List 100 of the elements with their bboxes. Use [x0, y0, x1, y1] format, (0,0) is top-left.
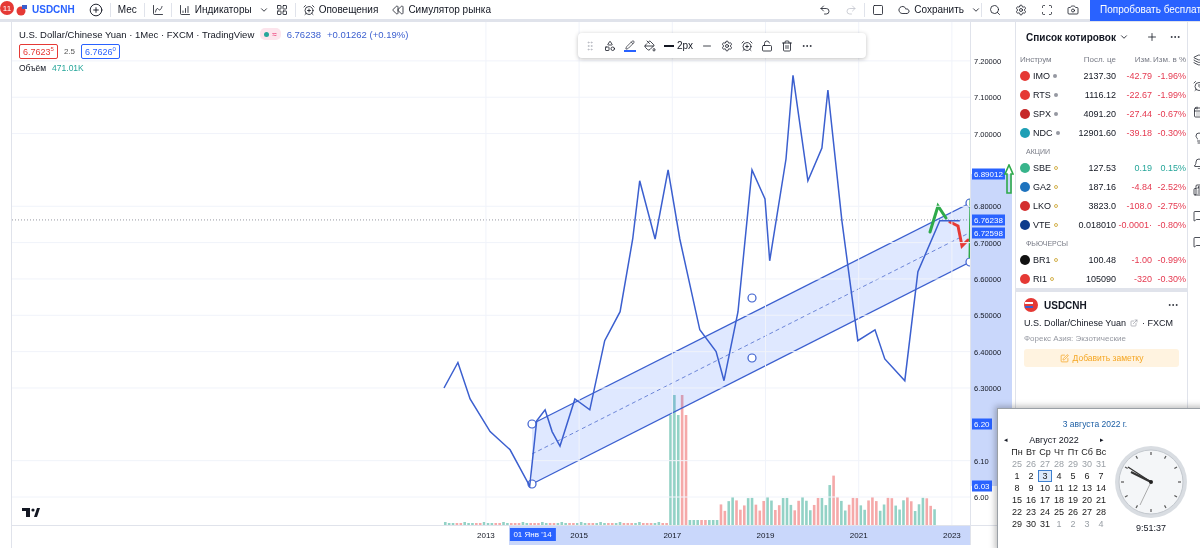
last-price-cell-text: 3823.0 [1087, 200, 1116, 211]
symbol-cell: RTS [1033, 89, 1051, 100]
search-icon[interactable] [989, 3, 1001, 16]
calendar-day[interactable]: 5 [1066, 470, 1080, 482]
calendar-day[interactable]: 31 [1038, 518, 1052, 530]
camera-icon[interactable] [1067, 3, 1079, 16]
calendar-day[interactable]: 8 [1010, 482, 1024, 494]
trash-icon[interactable] [781, 39, 794, 52]
calendar-day[interactable]: 17 [1038, 494, 1052, 506]
interval-button[interactable]: Мес [110, 0, 144, 19]
calendar-day[interactable]: 2 [1024, 470, 1038, 482]
settings-icon[interactable] [1015, 3, 1027, 16]
weekday-label: Вс [1094, 446, 1108, 458]
watchlist-row[interactable]: IMO 2137.30 -42.79 -1.96% [1016, 66, 1187, 85]
brush-strokes-drawing [928, 198, 970, 259]
date-link[interactable]: 3 августа 2022 г. [998, 409, 1200, 433]
calendar-day[interactable]: 7 [1094, 470, 1108, 482]
bar-chart-icon [178, 3, 191, 16]
sell-price[interactable]: 6.7623$^{5}$ [19, 44, 58, 59]
calendar-day[interactable]: 18 [1052, 494, 1066, 506]
change-cell-text: -1.00 [1130, 254, 1152, 265]
calendar-day[interactable]: 12 [1066, 482, 1080, 494]
layout-grid-icon[interactable] [275, 3, 288, 16]
calendar-day[interactable]: 28 [1094, 506, 1108, 518]
drag-handle-icon[interactable] [584, 39, 596, 52]
last-price-cell-text: 187.16 [1087, 181, 1116, 192]
calendar-day[interactable]: 14 [1094, 482, 1108, 494]
calendar-day[interactable]: 24 [1038, 506, 1052, 518]
settings-icon[interactable] [721, 39, 734, 52]
calendar-day[interactable]: 21 [1094, 494, 1108, 506]
watchlist-row[interactable]: SBE 127.53 0.19 0.15% [1016, 158, 1187, 177]
change-percent-cell-text: -0.80% [1156, 219, 1186, 230]
last-price-cell-text: 105090 [1084, 273, 1116, 284]
alerts-button[interactable]: Оповещения [295, 0, 386, 19]
time-tick: 2013 [477, 531, 495, 540]
square-icon[interactable] [872, 3, 885, 16]
calendar-day[interactable]: 9 [1024, 482, 1038, 494]
indicators-button[interactable]: Индикаторы [171, 0, 259, 19]
watchlist-row[interactable]: VTE 0.018010 -0.0001· -0.80% [1016, 215, 1187, 234]
symbol-cell: LKO [1033, 200, 1051, 211]
symbol-cell: RI1 [1033, 273, 1047, 284]
calendar-day[interactable]: 30 [1024, 518, 1038, 530]
calendar-day[interactable]: 22 [1010, 506, 1024, 518]
watchlist-row[interactable]: NDC 12901.60 -39.18 -0.30% [1016, 123, 1187, 142]
line-width-button[interactable]: 2px [664, 40, 694, 51]
calendar-day[interactable]: 25 [1052, 506, 1066, 518]
symbol-name[interactable]: USDCNH [32, 4, 75, 15]
watchlist-row[interactable]: BR1 100.48 -1.00 -0.99% [1016, 250, 1187, 269]
last-price: 6.76238 [286, 28, 321, 40]
pencil-icon[interactable] [624, 39, 636, 52]
change-percent-cell-text: -2.75% [1156, 200, 1186, 211]
status-pill: ≈ [260, 28, 281, 40]
watchlist-row[interactable]: LKO 3823.0 -108.0 -2.75% [1016, 196, 1187, 215]
calendar-day[interactable]: 15 [1010, 494, 1024, 506]
calendar-day[interactable]: 3 [1038, 470, 1052, 482]
calendar-day[interactable]: 6 [1080, 470, 1094, 482]
calendar-day[interactable]: 16 [1024, 494, 1038, 506]
buy-price[interactable]: 6.7626$^{0}$ [81, 44, 120, 59]
trial-button[interactable]: Попробовать бесплат [1090, 0, 1200, 21]
calendar-day[interactable]: 26 [1066, 506, 1080, 518]
chevron-down-icon[interactable] [1119, 32, 1129, 42]
watchlist-row[interactable]: GA2 187.16 -4.84 -2.52% [1016, 177, 1187, 196]
watchlist-row[interactable]: SPX 4091.20 -27.44 -0.67% [1016, 104, 1187, 123]
notification-badge: 11 [0, 1, 14, 15]
lock-icon[interactable] [761, 39, 774, 52]
column-header[interactable]: Посл. це [1078, 54, 1116, 64]
fullscreen-icon[interactable] [1041, 3, 1053, 16]
calendar-day[interactable]: 11 [1052, 482, 1066, 494]
column-header[interactable]: Инструм [1020, 54, 1078, 64]
alarm-add-icon[interactable] [741, 39, 754, 52]
calendar-day[interactable]: 10 [1038, 482, 1052, 494]
column-header[interactable]: Изм. в % [1152, 54, 1186, 64]
calendar-day[interactable]: 19 [1066, 494, 1080, 506]
undo-icon[interactable] [819, 3, 832, 16]
month-title: Август 2022 [1029, 435, 1079, 445]
crosshair-date-label: 01 Янв '14 [509, 528, 556, 541]
replay-button[interactable]: Симулятор рынка [385, 0, 498, 19]
regression-channel-drawing[interactable] [527, 198, 970, 489]
watchlist-title[interactable]: Список котировок [1026, 31, 1116, 43]
templates-icon[interactable] [604, 39, 616, 52]
change-percent-cell-text: -0.30% [1156, 127, 1186, 138]
spread: 2.5 [63, 47, 75, 56]
calendar-day[interactable]: 1 [1010, 470, 1024, 482]
calendar-day[interactable]: 4 [1052, 470, 1066, 482]
calendar-day[interactable]: 23 [1024, 506, 1038, 518]
watchlist-row[interactable]: RI1 105090 -320 -0.30% [1016, 269, 1187, 288]
time-tick: 2017 [663, 531, 682, 540]
instrument-name[interactable]: U.S. Dollar/Chinese Yuan [1024, 318, 1126, 328]
chart-type-icon[interactable] [151, 3, 164, 16]
add-symbol-icon[interactable] [88, 2, 103, 17]
calendar-day[interactable]: 27 [1080, 506, 1094, 518]
calendar-day[interactable]: 13 [1080, 482, 1094, 494]
calendar-day[interactable]: 20 [1080, 494, 1094, 506]
column-header[interactable]: Изм. [1116, 54, 1152, 64]
save-button[interactable]: Сохранить [891, 0, 971, 19]
add-icon[interactable] [1146, 31, 1158, 43]
weekday-label: Пт [1066, 446, 1080, 458]
watchlist-row[interactable]: RTS 1116.12 -22.67 -1.99% [1016, 85, 1187, 104]
calendar-day[interactable]: 29 [1010, 518, 1024, 530]
fill-icon[interactable] [644, 39, 656, 52]
